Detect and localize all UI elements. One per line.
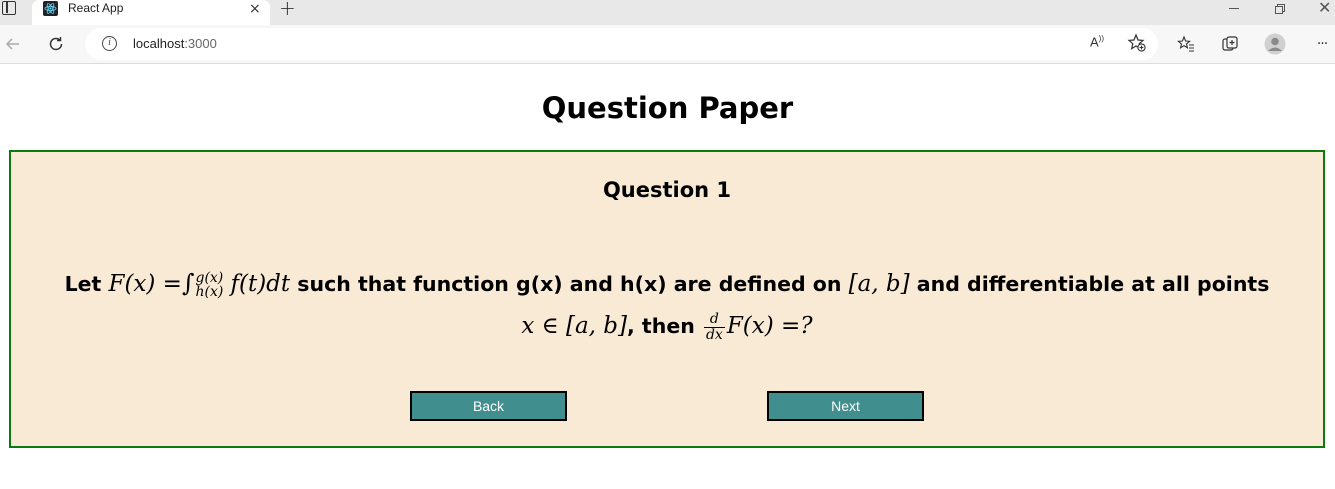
next-button[interactable]: Next <box>767 391 924 421</box>
integral-icon: ∫ <box>181 269 195 297</box>
math-derivative-fraction: d dx <box>703 311 725 343</box>
back-button[interactable]: Back <box>410 391 567 421</box>
minimize-icon[interactable] <box>1229 8 1239 9</box>
read-aloud-icon[interactable]: A)) <box>1090 34 1104 49</box>
collections-icon[interactable] <box>1218 32 1242 56</box>
question-text-tail: and differentiable at all points <box>916 272 1270 296</box>
math-F-of-x: F(x) = <box>108 271 182 297</box>
question-text-mid: such that function g(x) and h(x) are def… <box>297 272 842 296</box>
read-aloud-label: A <box>1090 34 1099 50</box>
question-text-let: Let <box>64 272 102 296</box>
tab-close-icon[interactable]: × <box>249 1 261 17</box>
integral-upper-limit: g(x) <box>195 270 224 286</box>
url-port: :3000 <box>184 36 217 51</box>
browser-toolbar: i localhost:3000 A)) ··· <box>0 25 1335 64</box>
profile-avatar-icon[interactable] <box>1263 32 1287 56</box>
math-integrand: f(t)dt <box>230 271 291 297</box>
address-bar[interactable]: i localhost:3000 A)) <box>85 28 1158 60</box>
fraction-denominator: dx <box>705 326 723 343</box>
question-text: Let F(x) =∫ g(x) h(x) f(t)dt such that fun… <box>41 262 1293 347</box>
question-card: Question 1 Let F(x) =∫ g(x) h(x) f(t)dt su… <box>9 150 1325 448</box>
favorites-icon[interactable] <box>1174 32 1198 56</box>
question-number: Question 1 <box>602 178 732 202</box>
tab-title: React App <box>68 1 124 15</box>
math-interval: [a, b] <box>848 271 910 297</box>
browser-tab-bar: React App × + ✕ <box>0 0 1335 25</box>
back-arrow-icon[interactable] <box>1 32 25 56</box>
url-text[interactable]: localhost:3000 <box>133 36 217 52</box>
new-tab-icon[interactable]: + <box>279 0 296 19</box>
url-host: localhost <box>133 36 185 51</box>
info-icon[interactable]: i <box>102 36 117 51</box>
integral-limits: g(x) h(x) <box>195 271 223 299</box>
integral-lower-limit: h(x) <box>195 284 224 300</box>
restore-icon[interactable] <box>1275 4 1285 14</box>
fraction-numerator: d <box>703 311 725 328</box>
more-menu-icon[interactable]: ··· <box>1310 32 1334 56</box>
page-title: Question Paper <box>541 91 794 125</box>
math-question-end: F(x) =? <box>726 313 813 339</box>
browser-tab[interactable]: React App × <box>32 0 270 25</box>
math-x-in-interval: x ∈ [a, b] <box>521 313 627 339</box>
refresh-icon[interactable] <box>44 32 68 56</box>
sidebar-toggle-icon[interactable] <box>2 1 16 15</box>
window-close-icon[interactable]: ✕ <box>1318 0 1331 17</box>
react-logo-icon <box>43 1 58 16</box>
add-favorite-icon[interactable] <box>1127 33 1147 53</box>
question-text-then: , then <box>627 314 695 338</box>
